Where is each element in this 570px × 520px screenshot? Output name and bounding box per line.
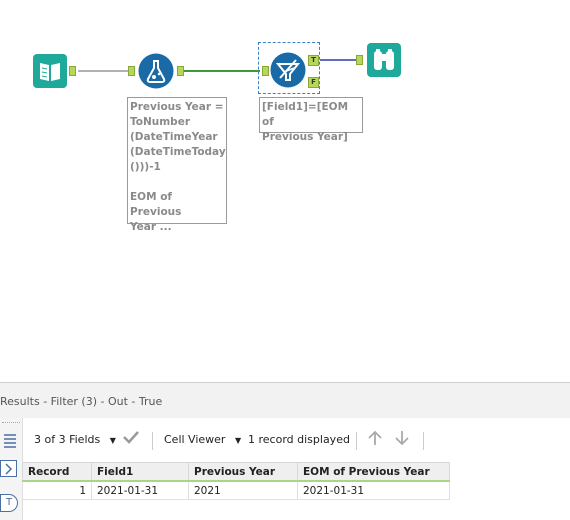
strip-grip xyxy=(2,422,20,424)
results-side-strip: T xyxy=(0,418,23,520)
checkmark-icon[interactable] xyxy=(122,429,140,448)
column-header-eom-previous-year[interactable]: EOM of Previous Year xyxy=(297,462,450,482)
filter-input-anchor[interactable] xyxy=(262,66,269,76)
browse-tool[interactable] xyxy=(366,42,402,78)
results-grid: Record Field1 Previous Year EOM of Previ… xyxy=(22,462,450,500)
browse-input-anchor[interactable] xyxy=(356,55,363,65)
cell-eom-previous-year[interactable]: 2021-01-31 xyxy=(297,480,450,500)
formula-input-anchor[interactable] xyxy=(128,66,135,76)
cell-field1[interactable]: 2021-01-31 xyxy=(91,480,189,500)
filter-false-anchor[interactable]: F xyxy=(308,77,319,88)
cell-viewer-dropdown[interactable]: Cell Viewer ▼ xyxy=(164,433,241,446)
fields-selector[interactable]: 3 of 3 Fields ▼ xyxy=(34,433,116,446)
cell-record[interactable]: 1 xyxy=(22,480,92,500)
book-icon xyxy=(33,54,67,88)
results-toolbar: 3 of 3 Fields ▼ Cell Viewer ▼ 1 record d… xyxy=(22,424,570,454)
column-header-record[interactable]: Record xyxy=(22,462,92,482)
results-body: T 3 of 3 Fields ▼ Cell Viewer ▼ 1 record… xyxy=(0,418,570,520)
filter-annotation: [Field1]=[EOM of Previous Year] xyxy=(259,97,363,143)
cell-previous-year[interactable]: 2021 xyxy=(188,480,298,500)
list-view-icon[interactable] xyxy=(2,432,18,452)
results-title-bar: Results - Filter (3) - Out - True xyxy=(0,382,570,418)
arrow-up-icon[interactable] xyxy=(367,429,383,450)
formula-annotation: Previous Year = ToNumber (DateTimeYear (… xyxy=(127,97,227,233)
dropdown-arrow-icon: ▼ xyxy=(109,436,116,445)
flask-icon xyxy=(138,53,174,89)
table-row[interactable]: 1 2021-01-31 2021 2021-01-31 xyxy=(22,480,450,500)
formula-output-anchor[interactable] xyxy=(177,66,184,76)
results-title: Results - Filter (3) - Out - True xyxy=(0,395,163,408)
header-row: Record Field1 Previous Year EOM of Previ… xyxy=(22,462,450,482)
cell-viewer-label: Cell Viewer xyxy=(164,433,226,446)
fields-label: 3 of 3 Fields xyxy=(34,433,101,446)
column-header-field1[interactable]: Field1 xyxy=(91,462,189,482)
input-data-tool[interactable] xyxy=(32,53,68,89)
column-header-previous-year[interactable]: Previous Year xyxy=(188,462,298,482)
true-output-tab[interactable]: T xyxy=(0,494,18,512)
workflow-canvas[interactable]: T F Previous Year = ToNumber (DateTimeYe… xyxy=(0,0,570,382)
formula-tool[interactable] xyxy=(138,53,174,89)
filter-true-anchor[interactable]: T xyxy=(308,55,319,66)
arrow-down-icon[interactable] xyxy=(394,429,410,450)
dropdown-arrow-icon: ▼ xyxy=(234,436,242,445)
chevron-right-icon[interactable] xyxy=(0,460,18,482)
filter-icon xyxy=(270,52,306,88)
filter-tool[interactable] xyxy=(270,52,306,88)
toolbar-separator xyxy=(423,432,424,450)
input-output-anchor[interactable] xyxy=(69,66,76,76)
results-pane: Results - Filter (3) - Out - True T 3 of… xyxy=(0,382,570,520)
binoculars-icon xyxy=(367,43,401,77)
records-displayed: 1 record displayed xyxy=(248,433,350,446)
toolbar-separator xyxy=(152,432,153,450)
toolbar-separator xyxy=(356,432,357,450)
